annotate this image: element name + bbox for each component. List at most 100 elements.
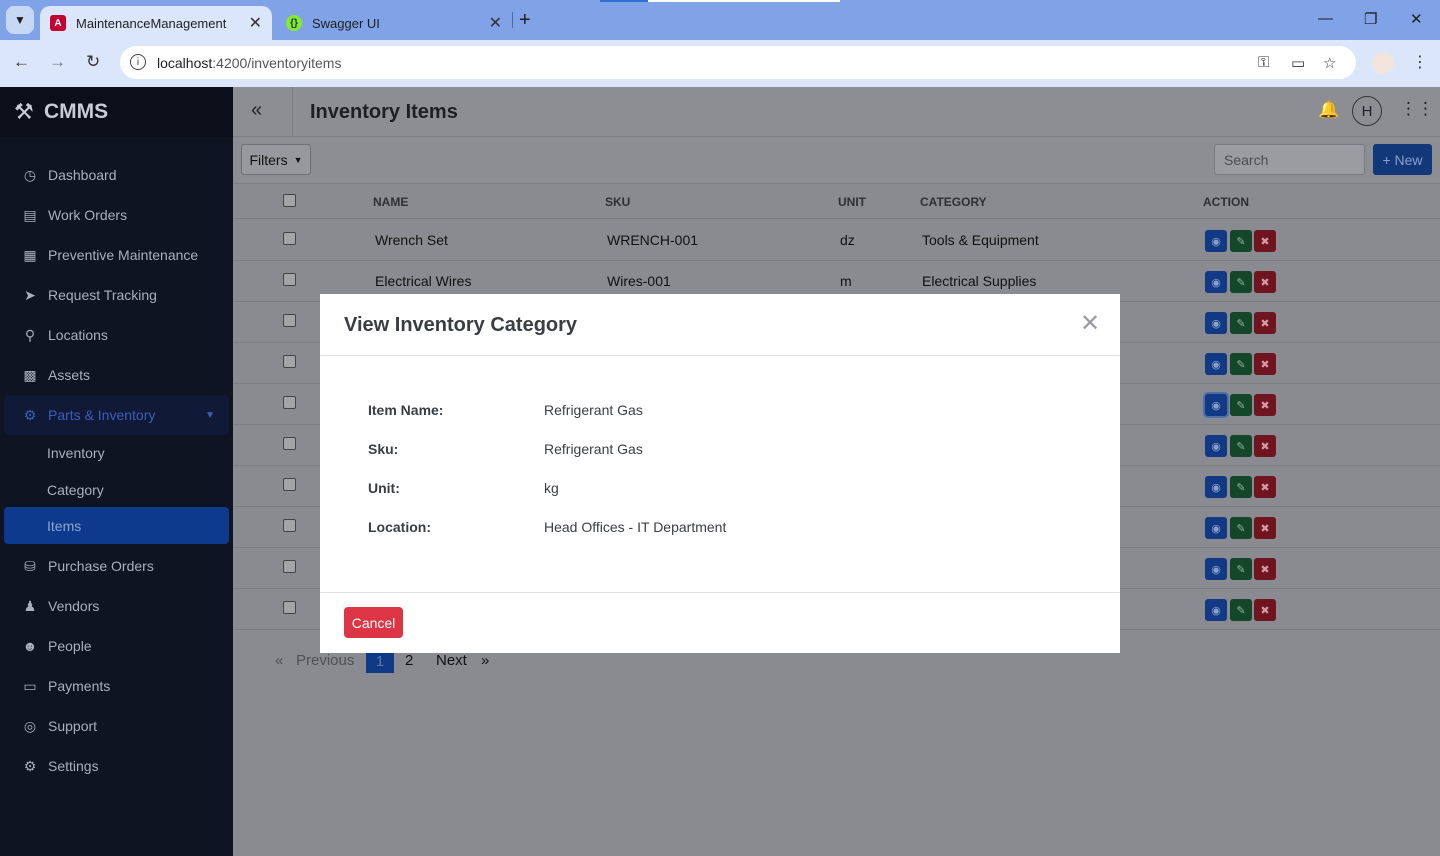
pagination-next-arrow[interactable]: »: [481, 652, 489, 669]
edit-button[interactable]: ✎: [1230, 312, 1252, 334]
row-checkbox[interactable]: [283, 601, 296, 614]
site-info-icon[interactable]: i: [130, 54, 146, 70]
pagination-page-2[interactable]: 2: [405, 652, 413, 669]
del-button[interactable]: ✖: [1254, 394, 1276, 416]
sidebar-item-locations[interactable]: ⚲ Locations: [0, 315, 233, 355]
edit-button[interactable]: ✎: [1230, 230, 1252, 252]
row-checkbox[interactable]: [283, 396, 296, 409]
window-close-icon[interactable]: ✕: [1410, 10, 1423, 28]
sidebar-item-vendors[interactable]: ♟ Vendors: [0, 586, 233, 626]
vendor-icon: ♟: [23, 597, 37, 614]
close-icon[interactable]: ✕: [1080, 312, 1100, 336]
del-button[interactable]: ✖: [1254, 517, 1276, 539]
profile-avatar[interactable]: [1372, 52, 1394, 74]
sidebar-item-parts-inventory[interactable]: ⚙ Parts & Inventory ▼: [4, 395, 229, 435]
new-tab-button[interactable]: +: [519, 9, 531, 32]
row-checkbox[interactable]: [283, 273, 296, 286]
sidebar-item-assets[interactable]: ▩ Assets: [0, 355, 233, 395]
restore-icon[interactable]: ❐: [1364, 10, 1377, 28]
sidebar: ⚒ CMMS ◷ Dashboard ▤ Work Orders ▦ Preve…: [0, 87, 233, 856]
minimize-icon[interactable]: —: [1318, 10, 1333, 27]
cancel-button[interactable]: Cancel: [344, 607, 403, 638]
avatar[interactable]: H: [1352, 96, 1382, 126]
view-button[interactable]: ◉: [1205, 517, 1227, 539]
view-button[interactable]: ◉: [1205, 271, 1227, 293]
sidebar-subitem-label: Inventory: [47, 444, 105, 461]
edit-button[interactable]: ✎: [1230, 353, 1252, 375]
edit-button[interactable]: ✎: [1230, 599, 1252, 621]
del-button[interactable]: ✖: [1254, 230, 1276, 252]
filters-button[interactable]: Filters ▼: [241, 144, 311, 175]
brand[interactable]: ⚒ CMMS: [0, 87, 233, 137]
field-value-item-name: Refrigerant Gas: [544, 402, 643, 418]
edit-button[interactable]: ✎: [1230, 271, 1252, 293]
bell-icon[interactable]: 🔔: [1318, 100, 1339, 120]
tab-swagger-ui[interactable]: {} Swagger UI ✕: [276, 6, 512, 40]
del-button[interactable]: ✖: [1254, 312, 1276, 334]
trash-icon: ✖: [1260, 235, 1270, 248]
search-input[interactable]: Search: [1214, 144, 1365, 175]
row-checkbox[interactable]: [283, 232, 296, 245]
key-icon[interactable]: ⚿: [1258, 54, 1269, 71]
row-checkbox[interactable]: [283, 519, 296, 532]
sidebar-item-label: Preventive Maintenance: [48, 247, 199, 263]
view-button[interactable]: ◉: [1205, 476, 1227, 498]
sidebar-item-payments[interactable]: ▭ Payments: [0, 666, 233, 706]
del-button[interactable]: ✖: [1254, 599, 1276, 621]
pencil-icon: ✎: [1236, 563, 1246, 576]
sidebar-item-work-orders[interactable]: ▤ Work Orders: [0, 195, 233, 235]
pagination-next[interactable]: Next: [436, 652, 467, 669]
browser-menu-icon[interactable]: ⋮: [1412, 52, 1428, 72]
view-button[interactable]: ◉: [1205, 599, 1227, 621]
sidebar-item-settings[interactable]: ⚙ Settings: [0, 746, 233, 786]
new-item-button[interactable]: + New: [1373, 144, 1432, 175]
del-button[interactable]: ✖: [1254, 353, 1276, 375]
view-button[interactable]: ◉: [1205, 353, 1227, 375]
tab-search-button[interactable]: ▼: [6, 6, 34, 34]
install-app-icon[interactable]: ▭: [1291, 54, 1305, 72]
tab-maintenance-management[interactable]: A MaintenanceManagement ✕: [40, 6, 272, 40]
sidebar-item-people[interactable]: ☻ People: [0, 626, 233, 666]
edit-button[interactable]: ✎: [1230, 476, 1252, 498]
forward-icon[interactable]: →: [49, 52, 66, 72]
del-button[interactable]: ✖: [1254, 271, 1276, 293]
close-icon[interactable]: ✕: [489, 13, 502, 33]
view-button[interactable]: ◉: [1205, 558, 1227, 580]
back-icon[interactable]: ←: [13, 52, 30, 72]
row-checkbox[interactable]: [283, 560, 296, 573]
sidebar-item-purchase-orders[interactable]: ⛁ Purchase Orders: [0, 546, 233, 586]
sidebar-item-request-tracking[interactable]: ➤ Request Tracking: [0, 275, 233, 315]
sidebar-subitem-inventory[interactable]: Inventory: [0, 434, 233, 471]
edit-button[interactable]: ✎: [1230, 394, 1252, 416]
row-checkbox[interactable]: [283, 355, 296, 368]
url-text[interactable]: localhost:4200/inventoryitems: [157, 55, 341, 71]
del-button[interactable]: ✖: [1254, 476, 1276, 498]
pagination-previous[interactable]: Previous: [296, 652, 354, 669]
field-label-location: Location:: [368, 519, 431, 535]
sidebar-item-support[interactable]: ◎ Support: [0, 706, 233, 746]
bookmark-star-icon[interactable]: ☆: [1323, 54, 1336, 72]
close-icon[interactable]: ✕: [249, 13, 262, 33]
view-button[interactable]: ◉: [1205, 435, 1227, 457]
collapse-sidebar-icon[interactable]: «: [251, 99, 262, 122]
row-checkbox[interactable]: [283, 437, 296, 450]
row-checkbox[interactable]: [283, 478, 296, 491]
edit-button[interactable]: ✎: [1230, 435, 1252, 457]
view-button[interactable]: ◉: [1205, 394, 1227, 416]
sidebar-item-preventive-maintenance[interactable]: ▦ Preventive Maintenance: [0, 235, 233, 275]
edit-button[interactable]: ✎: [1230, 517, 1252, 539]
reload-icon[interactable]: ↻: [86, 52, 100, 72]
view-button[interactable]: ◉: [1205, 312, 1227, 334]
del-button[interactable]: ✖: [1254, 558, 1276, 580]
select-all-checkbox[interactable]: [283, 194, 296, 207]
caret-down-icon: ▼: [293, 154, 303, 165]
sidebar-item-dashboard[interactable]: ◷ Dashboard: [0, 155, 233, 195]
row-checkbox[interactable]: [283, 314, 296, 327]
sidebar-subitem-items[interactable]: Items: [4, 507, 229, 544]
trash-icon: ✖: [1260, 481, 1270, 494]
apps-grid-icon[interactable]: ⋮⋮: [1400, 99, 1434, 119]
edit-button[interactable]: ✎: [1230, 558, 1252, 580]
sidebar-subitem-category[interactable]: Category: [0, 471, 233, 508]
view-button[interactable]: ◉: [1205, 230, 1227, 252]
del-button[interactable]: ✖: [1254, 435, 1276, 457]
